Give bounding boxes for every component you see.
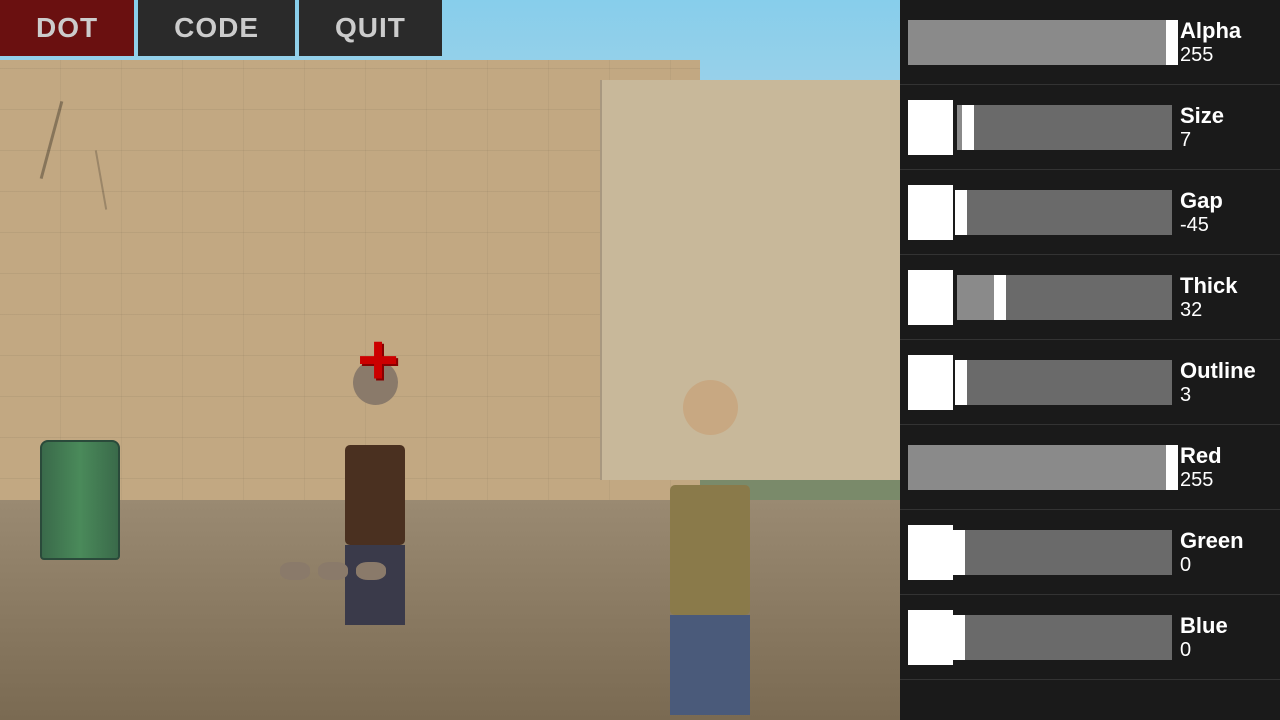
char2-body — [670, 485, 750, 615]
char1-body — [345, 445, 405, 545]
quit-button[interactable]: QUIT — [299, 0, 442, 56]
slider-track-outline[interactable] — [957, 360, 1172, 405]
slider-value-green: 0 — [1180, 554, 1191, 577]
character-2 — [650, 380, 770, 640]
slider-value-red: 255 — [1180, 469, 1213, 492]
slider-track-size[interactable] — [957, 105, 1172, 150]
slider-row-red: Red255 — [900, 425, 1280, 510]
slider-row-alpha: Alpha255 — [900, 0, 1280, 85]
slider-value-outline: 3 — [1180, 384, 1191, 407]
slider-label-blue: Blue — [1180, 613, 1228, 639]
right-panel: Alpha255Size7Gap-45Thick32Outline3Red255… — [900, 0, 1280, 720]
char2-legs — [670, 615, 750, 715]
slider-value-gap: -45 — [1180, 214, 1209, 237]
char1-legs — [345, 545, 405, 625]
slider-label-outline: Outline — [1180, 358, 1256, 384]
slider-label-area-red: Red255 — [1172, 443, 1272, 492]
slider-thumb-alpha — [1166, 20, 1178, 65]
slider-left-indicator-outline — [908, 355, 953, 410]
char1-head — [353, 360, 398, 405]
slider-track-gap[interactable] — [957, 190, 1172, 235]
slider-label-thick: Thick — [1180, 273, 1237, 299]
slider-label-area-size: Size7 — [1172, 103, 1272, 152]
rock — [318, 562, 348, 580]
char2-head — [683, 380, 738, 435]
dot-button[interactable]: DOT — [0, 0, 134, 56]
rock — [280, 562, 310, 580]
slider-row-size: Size7 — [900, 85, 1280, 170]
slider-fill-red — [908, 445, 1172, 490]
slider-value-size: 7 — [1180, 129, 1191, 152]
slider-value-blue: 0 — [1180, 639, 1191, 662]
slider-label-gap: Gap — [1180, 188, 1223, 214]
slider-value-alpha: 255 — [1180, 44, 1213, 67]
slider-track-blue[interactable] — [957, 615, 1172, 660]
slider-value-thick: 32 — [1180, 299, 1202, 322]
slider-left-indicator-green — [908, 525, 953, 580]
slider-label-area-outline: Outline3 — [1172, 358, 1272, 407]
slider-thumb-red — [1166, 445, 1178, 490]
slider-label-area-green: Green0 — [1172, 528, 1272, 577]
slider-thumb-green — [953, 530, 965, 575]
slider-track-green[interactable] — [957, 530, 1172, 575]
slider-row-blue: Blue0 — [900, 595, 1280, 680]
slider-row-gap: Gap-45 — [900, 170, 1280, 255]
slider-track-red[interactable] — [908, 445, 1172, 490]
character-1 — [330, 360, 420, 540]
game-viewport: + — [0, 0, 900, 720]
top-buttons: DOT CODE QUIT — [0, 0, 442, 56]
slider-fill-alpha — [908, 20, 1172, 65]
slider-row-green: Green0 — [900, 510, 1280, 595]
slider-label-green: Green — [1180, 528, 1244, 554]
slider-label-area-thick: Thick32 — [1172, 273, 1272, 322]
slider-thumb-outline — [955, 360, 967, 405]
slider-row-thick: Thick32 — [900, 255, 1280, 340]
slider-thumb-thick — [994, 275, 1006, 320]
code-button[interactable]: CODE — [138, 0, 295, 56]
slider-track-alpha[interactable] — [908, 20, 1172, 65]
slider-label-alpha: Alpha — [1180, 18, 1241, 44]
slider-label-area-gap: Gap-45 — [1172, 188, 1272, 237]
slider-label-area-blue: Blue0 — [1172, 613, 1272, 662]
slider-thumb-size — [962, 105, 974, 150]
slider-track-thick[interactable] — [957, 275, 1172, 320]
rocks — [280, 562, 386, 580]
slider-label-red: Red — [1180, 443, 1222, 469]
slider-left-indicator-thick — [908, 270, 953, 325]
slider-label-area-alpha: Alpha255 — [1172, 18, 1272, 67]
slider-label-size: Size — [1180, 103, 1224, 129]
rock — [356, 562, 386, 580]
slider-row-outline: Outline3 — [900, 340, 1280, 425]
slider-thumb-blue — [953, 615, 965, 660]
slider-left-indicator-size — [908, 100, 953, 155]
barrel — [40, 440, 120, 560]
slider-thumb-gap — [955, 190, 967, 235]
slider-left-indicator-gap — [908, 185, 953, 240]
slider-left-indicator-blue — [908, 610, 953, 665]
